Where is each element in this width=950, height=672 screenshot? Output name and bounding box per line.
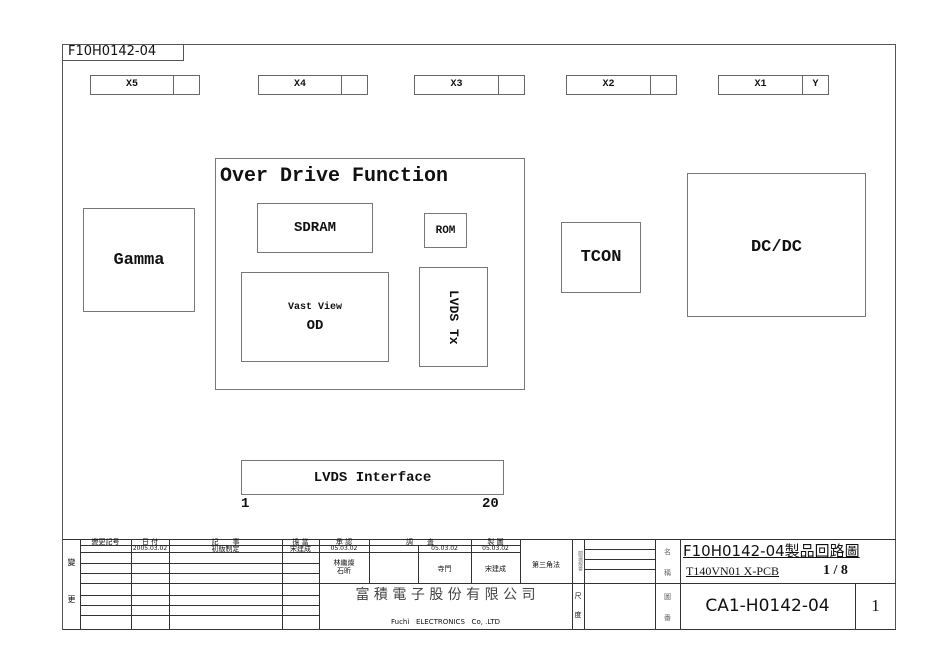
title-block-rule bbox=[80, 563, 319, 564]
connector-pin bbox=[499, 76, 524, 94]
connector-x3: X3 bbox=[414, 75, 525, 95]
name-label-2: 稱 bbox=[664, 569, 671, 577]
tcon-block: TCON bbox=[561, 222, 641, 293]
page-indicator: 1 / 8 bbox=[823, 563, 848, 578]
lvds-interface-connector: LVDS Interface bbox=[241, 460, 504, 495]
rom-block: ROM bbox=[424, 213, 467, 248]
check-date: 05.03.02 bbox=[431, 545, 458, 552]
title-block-rule bbox=[80, 573, 319, 574]
lvds-tx-block: LVDS Tx bbox=[419, 267, 488, 367]
scale-label-2: 度 bbox=[574, 611, 582, 619]
header-change-no: 變更記号 bbox=[91, 538, 120, 546]
connector-x1: X1 Y bbox=[718, 75, 829, 95]
title-block-rule bbox=[80, 615, 319, 616]
projection-method: 第三角法 bbox=[532, 561, 560, 569]
drawing-number: CA1-H0142-04 bbox=[705, 596, 830, 616]
connector-pin bbox=[174, 76, 199, 94]
company-name-english: Fuchi ELECTRONICS Co, .LTD bbox=[390, 618, 501, 626]
connector-pin bbox=[342, 76, 367, 94]
drawing-subtitle: T140VN01 X-PCB bbox=[686, 564, 780, 578]
connector-label: X2 bbox=[567, 76, 651, 94]
connector-label: X3 bbox=[415, 76, 499, 94]
vast-view-label: Vast View bbox=[287, 302, 342, 313]
approve-date: 05.03.02 bbox=[330, 545, 358, 552]
title-block-rule bbox=[80, 583, 319, 584]
title-block-rule bbox=[584, 569, 655, 570]
title-block: 變 更 變更記号 日 付 記 事 擔 當 承 認 調 査 製 圖 2005.03… bbox=[63, 538, 896, 630]
connector-x4: X4 bbox=[258, 75, 368, 95]
lvds-pin-20: 20 bbox=[482, 496, 499, 512]
dcdc-label: DC/DC bbox=[750, 238, 802, 257]
drawing-no-label-2: 番 bbox=[664, 614, 671, 622]
connector-x5: X5 bbox=[90, 75, 200, 95]
related-drawing-label: 關連規番 bbox=[577, 551, 583, 571]
connector-pin: Y bbox=[812, 79, 819, 90]
gamma-block: Gamma bbox=[83, 208, 195, 312]
lvds-pin-1: 1 bbox=[241, 496, 250, 512]
lvds-tx-label: LVDS Tx bbox=[446, 289, 461, 345]
scale-label-1: 尺 bbox=[574, 592, 582, 600]
gamma-label: Gamma bbox=[113, 250, 165, 270]
lvds-interface-label: LVDS Interface bbox=[313, 469, 432, 486]
connector-label: X5 bbox=[91, 76, 174, 94]
od-label: OD bbox=[306, 318, 324, 334]
title-block-rule bbox=[584, 549, 655, 550]
change-side-label-top: 變 bbox=[67, 558, 76, 567]
revision-date: 2005.03.02 bbox=[132, 545, 168, 552]
connector-label: X1 bbox=[719, 76, 803, 94]
check-name: 寺門 bbox=[437, 565, 452, 573]
revision-description: 初版制定 bbox=[211, 545, 240, 553]
dcdc-block: DC/DC bbox=[687, 173, 866, 317]
connector-label: X4 bbox=[259, 76, 342, 94]
change-side-label-bottom: 更 bbox=[67, 595, 76, 604]
company-name-chinese: 富 積 電 子 股 份 有 限 公 司 bbox=[355, 587, 536, 603]
title-block-rule bbox=[319, 583, 572, 584]
title-block-rule bbox=[584, 539, 585, 630]
rom-label: ROM bbox=[435, 224, 456, 237]
approve-name: 林繼燦 石昕 bbox=[333, 559, 355, 575]
drawing-no-label-1: 圖 bbox=[664, 593, 671, 601]
connector-pin bbox=[651, 76, 676, 94]
draw-name: 宋建成 bbox=[485, 565, 506, 573]
title-block-rule bbox=[584, 559, 655, 560]
name-label-1: 名 bbox=[664, 548, 671, 556]
title-block-rule bbox=[680, 539, 681, 630]
revision-number: 1 bbox=[871, 596, 880, 615]
sdram-label: SDRAM bbox=[293, 220, 336, 236]
revision-in-charge: 宋建成 bbox=[290, 545, 311, 553]
sheet-label: F10H0142-04 bbox=[62, 44, 184, 61]
tcon-label: TCON bbox=[580, 248, 622, 267]
title-block-rule bbox=[63, 629, 896, 630]
drawing-title: F10H0142-04製品回路圖 bbox=[683, 542, 860, 560]
over-drive-title: Over Drive Function bbox=[220, 165, 449, 188]
connector-x2: X2 bbox=[566, 75, 677, 95]
title-block-rule bbox=[572, 583, 896, 584]
draw-date: 05.03.02 bbox=[482, 545, 509, 552]
vast-view-od-block: Vast View OD bbox=[241, 272, 389, 362]
title-block-rule bbox=[80, 605, 319, 606]
title-block-rule bbox=[80, 595, 319, 596]
sdram-block: SDRAM bbox=[257, 203, 373, 253]
